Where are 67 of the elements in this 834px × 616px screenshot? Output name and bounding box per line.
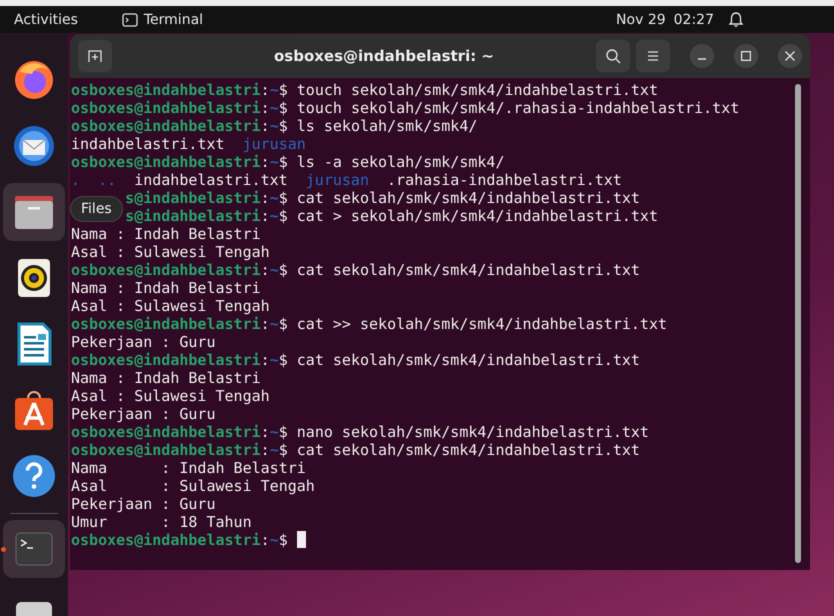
menu-icon [646, 50, 660, 62]
output-text: Asal : Sulawesi Tengah [71, 243, 270, 261]
directory-name: jurusan [306, 171, 369, 189]
activities-button[interactable]: Activities [14, 12, 78, 28]
command-text: ls sekolah/smk/smk4/ [296, 117, 478, 135]
output-text: Nama : Indah Belastri [71, 279, 261, 297]
output-text: Pekerjaan : Guru [71, 495, 216, 513]
command-text: cat > sekolah/smk/smk4/indahbelastri.txt [296, 207, 658, 225]
shopping-bag-icon [12, 388, 56, 432]
command-text: nano sekolah/smk/smk4/indahbelastri.txt [296, 423, 649, 441]
close-icon [785, 51, 795, 61]
window-title: osboxes@indahbelastri: ~ [272, 47, 495, 65]
directory-name: jurusan [242, 135, 306, 153]
clock[interactable]: Nov 29 02:27 [616, 12, 714, 28]
output-text: Pekerjaan : Guru [71, 333, 216, 351]
minimize-icon [698, 58, 706, 60]
tooltip: Files [70, 196, 123, 222]
shell-prompt: osboxes@indahbelastri:~$ [71, 153, 288, 171]
envelope-icon [12, 124, 56, 168]
app-menu[interactable]: Terminal [122, 12, 204, 28]
new-tab-button[interactable] [78, 40, 112, 72]
command-text: touch sekolah/smk/smk4/.rahasia-indahbelastri.txt [296, 99, 740, 117]
shell-prompt: osboxes@indahbelastri:~$ [71, 81, 288, 99]
search-button[interactable] [596, 40, 630, 72]
shell-prompt: osboxes@indahbelastri:~$ [71, 99, 288, 117]
scrollbar[interactable] [795, 84, 801, 563]
output-text: Pekerjaan : Guru [71, 405, 216, 423]
shell-prompt: osboxes@indahbelastri:~$ [71, 117, 288, 135]
new-tab-icon [87, 48, 103, 64]
shell-prompt: osboxes@indahbelastri:~$ [71, 315, 288, 333]
firefox-icon [12, 58, 56, 102]
file-name: indahbelastri.txt [134, 171, 288, 189]
command-text: cat sekolah/smk/smk4/indahbelastri.txt [296, 261, 640, 279]
close-button[interactable] [778, 44, 802, 68]
directory-name: .. [98, 171, 116, 189]
output-text: Asal : Sulawesi Tengah [71, 477, 315, 495]
minimize-button[interactable] [690, 44, 714, 68]
output-text: Nama : Indah Belastri [71, 369, 261, 387]
terminal-icon [122, 12, 138, 26]
question-mark-icon [12, 454, 56, 498]
shell-prompt: s@indahbelastri:~$ [125, 189, 288, 207]
output-text: Nama : Indah Belastri [71, 225, 261, 243]
command-text: cat sekolah/smk/smk4/indahbelastri.txt [296, 351, 640, 369]
file-name: .rahasia-indahbelastri.txt [387, 171, 622, 189]
maximize-icon [741, 51, 751, 61]
maximize-button[interactable] [734, 44, 758, 68]
search-icon [605, 48, 621, 64]
shell-prompt: osboxes@indahbelastri:~$ [71, 351, 288, 369]
shell-prompt: osboxes@indahbelastri:~$ [71, 261, 288, 279]
shell-prompt: osboxes@indahbelastri:~$ [71, 441, 288, 459]
output-text: Asal : Sulawesi Tengah [71, 297, 270, 315]
command-text: touch sekolah/smk/smk4/indahbelastri.txt [296, 81, 658, 99]
output-text: Nama : Indah Belastri [71, 459, 306, 477]
command-text: ls -a sekolah/smk/smk4/ [296, 153, 504, 171]
shell-prompt: osboxes@indahbelastri:~$ [71, 423, 288, 441]
menu-button[interactable] [636, 40, 670, 72]
shell-prompt: s@indahbelastri:~$ [125, 207, 288, 225]
file-name: indahbelastri.txt [71, 135, 225, 153]
shell-prompt: osboxes@indahbelastri:~$ [71, 531, 288, 549]
dock-item[interactable] [3, 183, 65, 241]
output-text: Asal : Sulawesi Tengah [71, 387, 270, 405]
directory-name: . [71, 171, 80, 189]
output-text: Umur : 18 Tahun [71, 513, 252, 531]
bell-icon[interactable] [728, 10, 744, 28]
command-text: cat >> sekolah/smk/smk4/indahbelastri.txt [296, 315, 668, 333]
command-text: cat sekolah/smk/smk4/indahbelastri.txt [296, 441, 640, 459]
command-text: cat sekolah/smk/smk4/indahbelastri.txt [296, 189, 640, 207]
